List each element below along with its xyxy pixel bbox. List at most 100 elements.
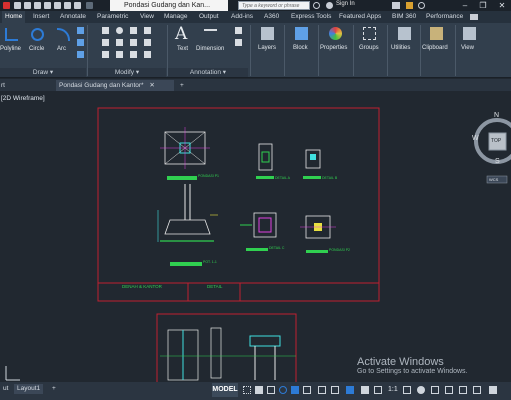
tab-model-partial[interactable]: ut — [0, 384, 11, 394]
ortho-icon[interactable] — [267, 386, 275, 394]
tab-output[interactable]: Output — [199, 11, 219, 23]
print-icon[interactable] — [54, 2, 61, 9]
fillet-icon[interactable] — [130, 39, 137, 46]
dimension-button[interactable]: Dimension — [196, 46, 224, 52]
tab-annotate[interactable]: Annotate — [60, 11, 86, 23]
clipboard-button[interactable]: Clipboard — [422, 45, 448, 51]
new-tab-button[interactable]: + — [180, 80, 184, 91]
tab-express-tools[interactable]: Express Tools — [291, 11, 331, 23]
add-layout-button[interactable]: + — [49, 384, 59, 394]
circle-button[interactable]: Circle — [29, 46, 44, 52]
hardware-acceleration-icon[interactable] — [445, 386, 453, 394]
polyline-button[interactable]: Polyline — [0, 46, 21, 52]
isolate-objects-icon[interactable] — [459, 386, 467, 394]
close-button[interactable]: ✕ — [493, 0, 511, 11]
annotation-scale-icon[interactable] — [346, 386, 354, 394]
groups-button[interactable]: Groups — [359, 45, 379, 51]
wcs-label[interactable]: WCS — [489, 177, 498, 182]
tab-manage[interactable]: Manage — [164, 11, 188, 23]
panel-title-draw[interactable]: Draw ▾ — [0, 68, 86, 77]
tab-insert[interactable]: Insert — [33, 11, 49, 23]
leader-icon[interactable] — [235, 27, 242, 34]
customization-menu-icon[interactable] — [489, 386, 497, 394]
block-button[interactable]: Block — [293, 45, 308, 51]
isolate-icon[interactable] — [374, 386, 382, 394]
search-icon[interactable] — [313, 2, 320, 9]
viewcube-top[interactable]: TOP — [491, 138, 501, 144]
restore-button[interactable]: ❐ — [474, 0, 492, 11]
rectangle-icon[interactable] — [77, 39, 84, 46]
selection-cycling-icon[interactable] — [331, 386, 339, 394]
table-icon[interactable] — [235, 39, 242, 46]
share-icon[interactable] — [86, 2, 93, 9]
viewcube-south[interactable]: S — [495, 158, 500, 165]
tab-layout1[interactable]: Layout1 — [14, 384, 44, 394]
mirror-icon[interactable] — [116, 39, 123, 46]
properties-button[interactable]: Properties — [320, 45, 347, 51]
tab-featured-apps[interactable]: Featured Apps — [339, 11, 381, 23]
tab-view[interactable]: View — [140, 11, 154, 23]
annotation-visibility-icon[interactable] — [403, 386, 411, 394]
viewcube-west[interactable]: W — [472, 135, 479, 142]
tab-a360[interactable]: A360 — [264, 11, 279, 23]
panel-title-annotation[interactable]: Annotation ▾ — [168, 68, 248, 77]
sign-in-link[interactable]: Sign In — [336, 1, 355, 7]
undo-icon[interactable] — [64, 2, 71, 9]
text-button[interactable]: Text — [177, 46, 188, 52]
annotation-monitor-icon[interactable] — [318, 386, 326, 394]
exchange-icon[interactable] — [392, 2, 400, 9]
new-file-icon[interactable] — [14, 2, 21, 9]
transparency-icon[interactable] — [361, 386, 369, 394]
drawing-canvas[interactable] — [0, 92, 511, 382]
tab-home[interactable]: Home — [2, 11, 26, 23]
layers-button[interactable]: Layers — [258, 45, 276, 51]
tab-bim-360[interactable]: BIM 360 — [392, 11, 416, 23]
save-icon[interactable] — [34, 2, 41, 9]
open-file-icon[interactable] — [24, 2, 31, 9]
utilities-button[interactable]: Utilities — [391, 45, 410, 51]
tab-performance[interactable]: Performance — [426, 11, 463, 23]
arc-button[interactable]: Arc — [57, 46, 66, 52]
trim-icon[interactable] — [130, 27, 137, 34]
move-icon[interactable] — [102, 27, 109, 34]
scale-icon[interactable] — [116, 51, 123, 58]
grid-icon[interactable] — [243, 386, 251, 394]
tab-start[interactable]: rt — [1, 80, 5, 91]
redo-icon[interactable] — [74, 2, 81, 9]
erase-icon[interactable] — [144, 27, 151, 34]
minimize-button[interactable]: – — [456, 0, 474, 11]
rotate-icon[interactable] — [116, 27, 123, 34]
viewcube-north[interactable]: N — [494, 112, 499, 119]
save-as-icon[interactable] — [44, 2, 51, 9]
close-tab-icon[interactable]: ✕ — [149, 82, 154, 89]
line-icon[interactable] — [77, 27, 84, 34]
panel-title-modify[interactable]: Modify ▾ — [88, 68, 166, 77]
offset-icon[interactable] — [144, 51, 151, 58]
drawing-viewport[interactable]: [2D Wireframe] N W S TOP WCS DENAH & KAN… — [0, 92, 511, 382]
osnap-icon[interactable] — [291, 386, 299, 394]
clean-screen-icon[interactable] — [473, 386, 481, 394]
polar-icon[interactable] — [279, 386, 287, 394]
tab-active-document[interactable]: Pondasi Gudang dan Kantor* ✕ — [56, 80, 174, 91]
tab-parametric[interactable]: Parametric — [97, 11, 128, 23]
autocad-logo-icon[interactable] — [3, 2, 10, 9]
snap-icon[interactable] — [255, 386, 263, 394]
scale-dropdown[interactable]: 1:1 — [388, 386, 398, 393]
workspace-gear-icon[interactable] — [417, 386, 425, 394]
tab-add-ins[interactable]: Add-ins — [231, 11, 253, 23]
help-icon[interactable] — [418, 2, 425, 9]
model-space-button[interactable]: MODEL — [212, 383, 238, 397]
stretch-icon[interactable] — [102, 51, 109, 58]
plus-icon[interactable] — [431, 386, 439, 394]
ribbon-toggle-icon[interactable] — [470, 14, 478, 20]
copy-icon[interactable] — [102, 39, 109, 46]
autodesk-a360-icon[interactable] — [406, 2, 413, 9]
lineweight-icon[interactable] — [303, 386, 311, 394]
view-button[interactable]: View — [461, 45, 474, 51]
document-title-tab[interactable]: Pondasi Gudang dan Kan... — [110, 0, 228, 11]
search-input[interactable]: Type a keyword or phrase — [238, 1, 310, 10]
explode-icon[interactable] — [144, 39, 151, 46]
hatch-icon[interactable] — [77, 51, 84, 58]
array-icon[interactable] — [130, 51, 137, 58]
viewcube[interactable] — [474, 118, 511, 184]
